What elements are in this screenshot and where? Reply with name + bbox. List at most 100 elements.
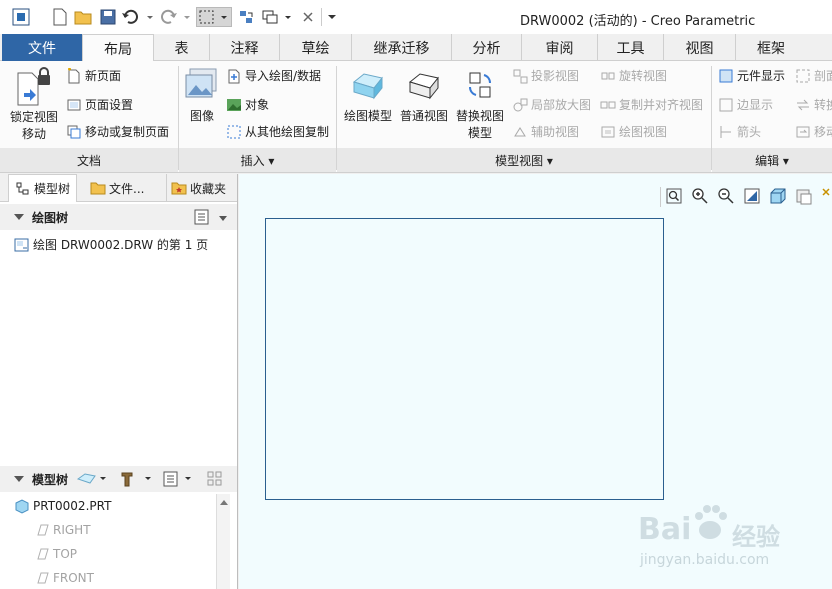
page-setup-button[interactable]: 页面设置 <box>66 96 133 113</box>
redo-icon[interactable] <box>159 7 193 27</box>
tab-table[interactable]: 表 <box>154 34 210 61</box>
datum-top-label: TOP <box>53 547 78 561</box>
model-tree-root[interactable]: PRT0002.PRT <box>14 498 111 514</box>
move-copy-page-button[interactable]: 移动或复制页面 <box>66 123 169 140</box>
panel-tab-model-tree[interactable]: 模型树 <box>8 174 78 202</box>
toolbar-divider <box>321 8 322 26</box>
drawing-tree-title: 绘图树 <box>32 210 69 225</box>
convert-button[interactable]: 转换 <box>795 96 832 113</box>
panel-tab-favorites[interactable]: 收藏夹 <box>166 174 230 202</box>
panel-tab-files[interactable]: 文件... <box>86 174 148 202</box>
model-filter-icon[interactable] <box>76 471 108 490</box>
datum-plane-right[interactable]: RIGHT <box>34 522 91 538</box>
auxiliary-view-button[interactable]: 辅助视图 <box>512 123 579 140</box>
regenerate-icon[interactable] <box>236 7 256 27</box>
cross-section-button[interactable]: 剖面 <box>795 67 832 84</box>
copy-align-view-button[interactable]: 复制并对齐视图 <box>600 96 703 113</box>
drawing-tree-header[interactable]: 绘图树 <box>0 204 237 230</box>
image-icon[interactable] <box>184 67 220 103</box>
element-display-label: 元件显示 <box>737 69 786 83</box>
group-edit-title[interactable]: 编辑 ▾ <box>712 148 832 172</box>
tree-columns-icon[interactable] <box>162 470 194 491</box>
tab-review[interactable]: 审阅 <box>522 34 598 61</box>
open-folder-icon[interactable] <box>73 7 93 27</box>
detail-view-label: 局部放大图 <box>531 98 592 112</box>
undo-icon[interactable] <box>120 7 154 27</box>
element-display-icon <box>718 68 734 84</box>
tab-annotate[interactable]: 注释 <box>210 34 280 61</box>
datum-right-label: RIGHT <box>53 523 91 537</box>
copy-from-drawing-button[interactable]: 从其他绘图复制 <box>226 123 329 140</box>
watermark-brand: Bai <box>638 512 692 547</box>
object-button[interactable]: 对象 <box>226 96 269 113</box>
group-model-views-title[interactable]: 模型视图 ▾ <box>337 148 711 172</box>
lock-view-move-label[interactable]: 锁定视图 移动 <box>6 109 62 143</box>
general-view-icon[interactable] <box>406 70 442 102</box>
close-window-icon[interactable] <box>298 7 318 27</box>
detail-view-button[interactable]: 局部放大图 <box>512 96 591 113</box>
tab-tools[interactable]: 工具 <box>598 34 664 61</box>
general-view-label[interactable]: 普通视图 <box>396 108 452 125</box>
drawing-model-label[interactable]: 绘图模型 <box>340 108 396 125</box>
refit-icon[interactable] <box>665 187 683 208</box>
tab-view[interactable]: 视图 <box>664 34 736 61</box>
tools-icon[interactable] <box>118 470 152 491</box>
move-button[interactable]: 移动 <box>795 123 832 140</box>
arrow-button[interactable]: 箭头 <box>718 123 761 140</box>
element-display-button[interactable]: 元件显示 <box>718 67 785 84</box>
drawing-sheet-frame[interactable] <box>265 218 664 500</box>
edge-display-button[interactable]: 边显示 <box>718 96 773 113</box>
customize-toolbar-icon[interactable] <box>324 7 340 27</box>
tab-file[interactable]: 文件 <box>2 34 82 61</box>
import-drawing-button[interactable]: 导入绘图/数据 <box>226 67 321 84</box>
projection-view-button[interactable]: 投影视图 <box>512 67 579 84</box>
image-label[interactable]: 图像 <box>184 108 220 125</box>
zoom-in-icon[interactable] <box>691 187 709 208</box>
import-icon <box>226 68 242 84</box>
drawing-tree-item[interactable]: 绘图 DRW0002.DRW 的第 1 页 <box>14 236 208 253</box>
replace-view-model-label[interactable]: 替换视图 模型 <box>452 108 508 142</box>
drawing-view-label: 绘图视图 <box>619 125 668 139</box>
revolve-view-label: 旋转视图 <box>619 69 668 83</box>
windows-icon[interactable] <box>260 7 294 27</box>
object-icon <box>226 97 242 113</box>
display-style-icon[interactable] <box>769 187 787 208</box>
new-file-icon[interactable] <box>50 7 70 27</box>
tab-legacy-migration[interactable]: 继承迁移 <box>352 34 452 61</box>
saved-orientations-icon[interactable] <box>795 187 813 208</box>
save-icon[interactable] <box>98 7 118 27</box>
model-tree-title: 模型树 <box>32 472 69 487</box>
drawing-view-button[interactable]: 绘图视图 <box>600 123 667 140</box>
model-tree-scrollbar[interactable] <box>216 494 230 589</box>
tab-framework[interactable]: 框架 <box>736 34 806 61</box>
chevron-down-icon[interactable] <box>218 212 228 226</box>
new-page-icon <box>66 67 82 84</box>
group-insert-title[interactable]: 插入 ▾ <box>179 148 336 172</box>
datum-plane-top[interactable]: TOP <box>34 546 77 562</box>
drawing-model-icon[interactable] <box>350 70 386 102</box>
detail-view-icon <box>512 97 528 113</box>
import-label: 导入绘图/数据 <box>245 69 322 83</box>
zoom-out-icon[interactable] <box>717 187 735 208</box>
graphics-toolbar <box>660 184 832 210</box>
datum-display-icon[interactable] <box>821 187 831 208</box>
datum-plane-icon <box>34 570 50 586</box>
select-box-icon[interactable] <box>196 7 232 27</box>
new-page-button[interactable]: 新页面 <box>66 67 121 84</box>
repaint-icon[interactable] <box>743 187 761 208</box>
projection-view-label: 投影视图 <box>531 69 580 83</box>
folder-tab-icon <box>90 180 106 196</box>
tab-layout[interactable]: 布局 <box>82 34 154 62</box>
replace-view-model-icon[interactable] <box>462 67 498 103</box>
tab-sketch[interactable]: 草绘 <box>280 34 352 61</box>
app-icon[interactable] <box>10 7 32 27</box>
tree-filter-grid-icon[interactable] <box>206 470 228 491</box>
lock-view-move-icon[interactable] <box>10 67 58 107</box>
revolve-view-button[interactable]: 旋转视图 <box>600 67 667 84</box>
tab-analysis[interactable]: 分析 <box>452 34 522 61</box>
model-tree-header[interactable]: 模型树 <box>0 466 237 492</box>
new-page-label: 新页面 <box>85 69 122 83</box>
tree-settings-icon[interactable] <box>193 208 211 229</box>
move-icon <box>795 124 811 140</box>
datum-plane-front[interactable]: FRONT <box>34 570 94 586</box>
